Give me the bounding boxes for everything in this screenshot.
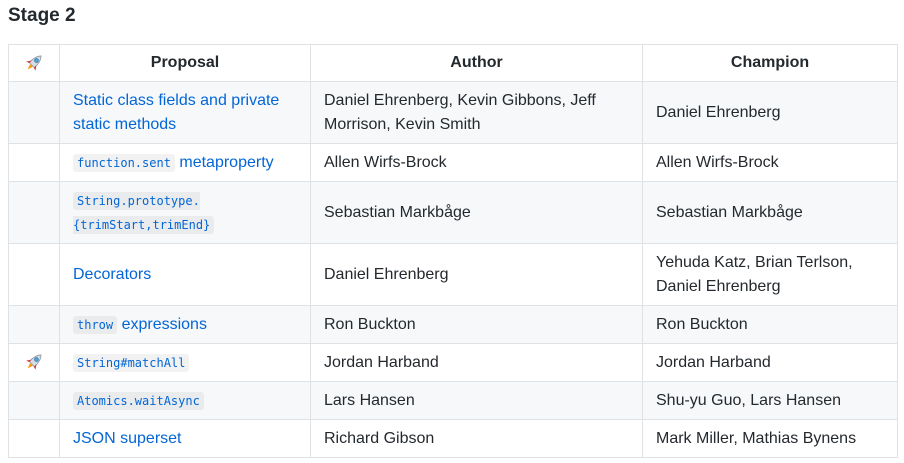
proposal-cell: Static class fields and private static m…	[59, 81, 311, 144]
author-cell: Jordan Harband	[310, 343, 643, 382]
table-header-row: Proposal Author Champion	[8, 44, 898, 82]
proposal-title: JSON superset	[73, 429, 182, 447]
proposal-link[interactable]: Decorators	[73, 266, 151, 283]
page-title: Stage 2	[8, 5, 76, 26]
author-cell: Allen Wirfs-Brock	[310, 143, 643, 182]
row-icon-cell	[8, 381, 60, 420]
proposal-title: Static class fields and private static m…	[73, 91, 280, 133]
proposal-link[interactable]: throw expressions	[73, 315, 207, 334]
column-header-author[interactable]: Author	[310, 44, 643, 82]
rocket-icon	[26, 354, 42, 371]
proposal-code: Atomics.waitAsync	[73, 391, 204, 410]
table-row: throw expressions Ron Buckton Ron Buckton	[8, 305, 898, 344]
proposal-title: Decorators	[73, 265, 152, 283]
table-row: Static class fields and private static m…	[8, 81, 898, 144]
proposal-link[interactable]: function.sent metaproperty	[73, 153, 274, 172]
row-icon-cell	[8, 81, 60, 144]
author-cell: Sebastian Markbåge	[310, 181, 643, 244]
author-cell: Richard Gibson	[310, 419, 643, 458]
table-row: String#matchAll Jordan Harband Jordan Harb…	[8, 343, 898, 382]
proposal-cell: function.sent metaproperty	[59, 143, 311, 182]
rocket-icon	[26, 55, 42, 71]
row-icon-cell	[8, 343, 60, 382]
table-row: function.sent metaproperty Allen Wirfs-Br…	[8, 143, 898, 182]
proposal-code: throw	[73, 315, 118, 334]
author-cell: Ron Buckton	[310, 305, 643, 344]
table-row: Decorators Daniel Ehrenberg Yehuda Katz, B…	[8, 243, 898, 306]
champion-cell: Jordan Harband	[642, 343, 898, 382]
proposal-code: String#matchAll	[73, 353, 190, 372]
table-row: String.prototype.{trimStart,trimEnd} Seba…	[8, 181, 898, 244]
proposal-link[interactable]: Static class fields and private static m…	[73, 92, 279, 133]
table-row: JSON superset Richard Gibson Mark Miller, …	[8, 419, 898, 458]
champion-cell: Daniel Ehrenberg	[642, 81, 898, 144]
proposal-title: metaproperty	[179, 153, 274, 171]
column-header-proposal[interactable]: Proposal	[59, 44, 311, 82]
proposal-cell: String.prototype.{trimStart,trimEnd}	[59, 181, 311, 244]
row-icon-cell	[8, 419, 60, 458]
proposal-cell: String#matchAll	[59, 343, 311, 382]
proposal-link[interactable]: String.prototype.{trimStart,trimEnd}	[73, 191, 215, 234]
proposal-cell: JSON superset	[59, 419, 311, 458]
proposal-link[interactable]: String#matchAll	[73, 353, 190, 372]
author-cell: Daniel Ehrenberg, Kevin Gibbons, Jeff Mo…	[310, 81, 643, 144]
champion-cell: Yehuda Katz, Brian Terlson, Daniel Ehren…	[642, 243, 898, 306]
proposal-title: expressions	[121, 315, 207, 333]
champion-cell: Mark Miller, Mathias Bynens	[642, 419, 898, 458]
champion-cell: Allen Wirfs-Brock	[642, 143, 898, 182]
author-cell: Daniel Ehrenberg	[310, 243, 643, 306]
proposals-table: Proposal Author Champion Static class fi…	[8, 44, 898, 458]
row-icon-cell	[8, 305, 60, 344]
champion-cell: Sebastian Markbåge	[642, 181, 898, 244]
proposal-cell: Atomics.waitAsync	[59, 381, 311, 420]
proposal-code: function.sent	[73, 153, 175, 172]
column-header-champion[interactable]: Champion	[642, 44, 898, 82]
proposal-code: String.prototype.{trimStart,trimEnd}	[73, 191, 215, 234]
proposal-link[interactable]: JSON superset	[73, 430, 181, 447]
champion-cell: Shu-yu Guo, Lars Hansen	[642, 381, 898, 420]
row-icon-cell	[8, 243, 60, 306]
champion-cell: Ron Buckton	[642, 305, 898, 344]
table-row: Atomics.waitAsync Lars Hansen Shu-yu Guo, …	[8, 381, 898, 420]
header-icon-cell	[8, 44, 60, 82]
row-icon-cell	[8, 143, 60, 182]
author-cell: Lars Hansen	[310, 381, 643, 420]
proposal-cell: throw expressions	[59, 305, 311, 344]
row-icon-cell	[8, 181, 60, 244]
proposal-cell: Decorators	[59, 243, 311, 306]
proposal-link[interactable]: Atomics.waitAsync	[73, 391, 204, 410]
